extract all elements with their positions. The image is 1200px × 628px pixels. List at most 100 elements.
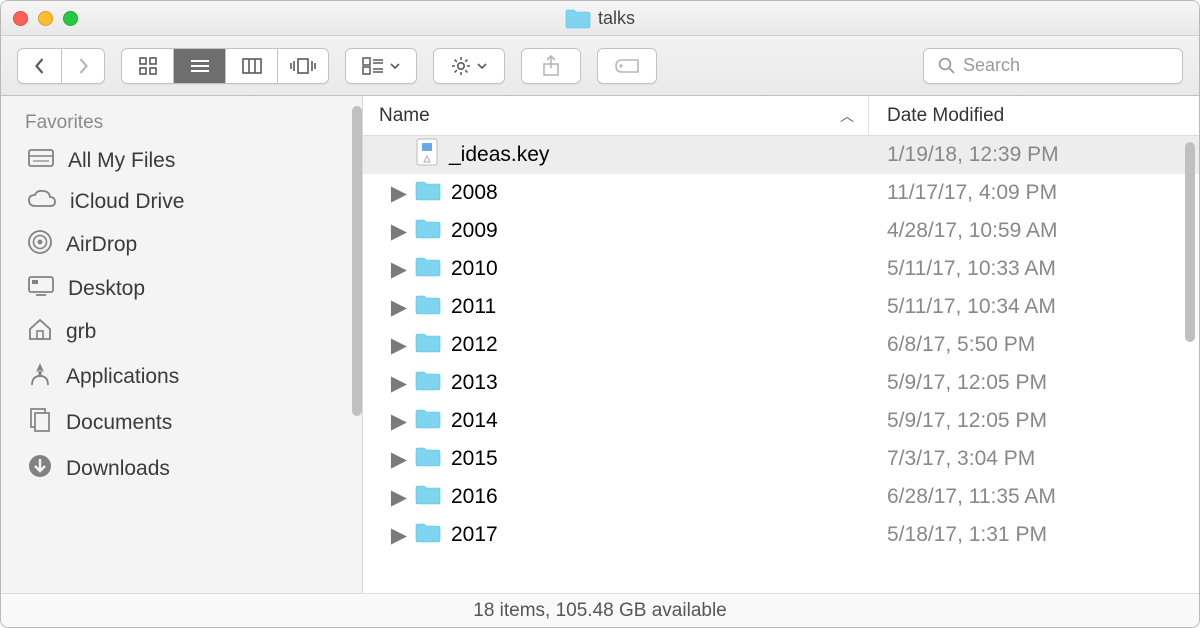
folder-icon <box>415 256 441 283</box>
chevron-down-icon <box>390 63 400 69</box>
folder-row[interactable]: ▶ 2009 4/28/17, 10:59 AM <box>363 212 1199 250</box>
folder-row[interactable]: ▶200811/17/17, 4:09 PM <box>363 174 1199 212</box>
downloads-icon <box>27 453 53 485</box>
list-view-button[interactable] <box>173 48 225 84</box>
body: Favorites All My Files iCloud Drive AirDro… <box>1 96 1199 593</box>
view-switcher <box>121 48 329 84</box>
sidebar-item-apps[interactable]: Applications <box>15 354 356 400</box>
disclosure-triangle-icon[interactable]: ▶ <box>393 371 405 396</box>
folder-icon <box>415 446 441 473</box>
disclosure-triangle-icon[interactable]: ▶ <box>393 295 405 320</box>
folder-icon <box>565 8 591 29</box>
sidebar-item-desktop[interactable]: Desktop <box>15 268 356 310</box>
name-cell: ▶ 2014 <box>363 408 869 435</box>
disclosure-triangle-icon[interactable]: ▶ <box>393 333 405 358</box>
date-cell: 5/9/17, 12:05 PM <box>869 409 1199 433</box>
sidebar-item-label: iCloud Drive <box>70 190 184 214</box>
sidebar-item-house[interactable]: grb <box>15 310 356 354</box>
column-name-header[interactable]: Name ︿ <box>363 96 869 135</box>
date-cell: 4/28/17, 10:59 AM <box>869 219 1199 243</box>
file-name: 2011 <box>451 295 496 319</box>
folder-row[interactable]: ▶20157/3/17, 3:04 PM <box>363 440 1199 478</box>
folder-icon <box>415 484 441 511</box>
file-name: 2014 <box>451 409 498 433</box>
disclosure-triangle-icon[interactable]: ▶ <box>393 257 405 282</box>
close-window-button[interactable] <box>13 11 28 26</box>
sidebar-item-airdrop[interactable]: AirDrop <box>15 222 356 268</box>
file-name: 2013 <box>451 371 498 395</box>
folder-row[interactable]: ▶20166/28/17, 11:35 AM <box>363 478 1199 516</box>
back-button[interactable] <box>17 48 61 84</box>
name-cell: ▶2012 <box>363 332 869 359</box>
zoom-window-button[interactable] <box>63 11 78 26</box>
nav-buttons <box>17 48 105 84</box>
chevron-left-icon <box>33 57 46 75</box>
disclosure-triangle-icon[interactable]: ▶ <box>393 447 405 472</box>
file-name: 2017 <box>451 523 498 547</box>
folder-row[interactable]: ▶20105/11/17, 10:33 AM <box>363 250 1199 288</box>
window-title: talks <box>565 8 635 29</box>
tags-button[interactable] <box>597 48 657 84</box>
filelist-scrollbar[interactable] <box>1185 142 1195 342</box>
file-name: 2009 <box>451 219 498 243</box>
date-cell: 6/28/17, 11:35 AM <box>869 485 1199 509</box>
action-button[interactable] <box>433 48 505 84</box>
forward-button[interactable] <box>61 48 105 84</box>
sidebar-heading: Favorites <box>15 106 356 140</box>
share-button[interactable] <box>521 48 581 84</box>
folder-row[interactable]: ▶ 2011 5/11/17, 10:34 AM <box>363 288 1199 326</box>
share-icon <box>542 55 560 77</box>
column-view-button[interactable] <box>225 48 277 84</box>
window-title-text: talks <box>598 8 635 29</box>
toolbar: Search <box>1 36 1199 96</box>
sort-ascending-icon: ︿ <box>840 106 854 126</box>
name-cell: ▶ 2011 <box>363 294 869 321</box>
folder-icon <box>415 522 441 549</box>
apps-icon <box>27 361 53 393</box>
file-name: _ideas.key <box>449 143 549 167</box>
disclosure-triangle-icon[interactable]: ▶ <box>393 523 405 548</box>
sidebar-item-documents[interactable]: Documents <box>15 400 356 446</box>
coverflow-view-button[interactable] <box>277 48 329 84</box>
folder-icon <box>415 408 441 435</box>
search-field[interactable]: Search <box>923 48 1183 84</box>
sidebar-item-label: Downloads <box>66 457 170 481</box>
documents-icon <box>27 407 53 439</box>
folder-icon <box>415 294 441 321</box>
date-cell: 5/11/17, 10:34 AM <box>869 295 1199 319</box>
titlebar[interactable]: talks <box>1 1 1199 36</box>
sidebar-item-all-files[interactable]: All My Files <box>15 140 356 182</box>
name-cell: ▶2015 <box>363 446 869 473</box>
airdrop-icon <box>27 229 53 261</box>
sidebar-item-label: All My Files <box>68 149 175 173</box>
sidebar-item-downloads[interactable]: Downloads <box>15 446 356 492</box>
file-list[interactable]: _ideas.key 1/19/18, 12:39 PM ▶200811/17/17… <box>363 136 1199 593</box>
arrange-icon <box>362 57 384 75</box>
folder-row[interactable]: ▶ 2014 5/9/17, 12:05 PM <box>363 402 1199 440</box>
minimize-window-button[interactable] <box>38 11 53 26</box>
folder-row[interactable]: ▶20135/9/17, 12:05 PM <box>363 364 1199 402</box>
keynote-file-icon <box>415 138 439 172</box>
status-bar: 18 items, 105.48 GB available <box>1 593 1199 627</box>
coverflow-icon <box>290 58 316 74</box>
house-icon <box>27 317 53 347</box>
disclosure-triangle-icon[interactable]: ▶ <box>393 485 405 510</box>
date-cell: 1/19/18, 12:39 PM <box>869 143 1199 167</box>
desktop-icon <box>27 275 55 303</box>
sidebar-scrollbar[interactable] <box>352 106 362 416</box>
disclosure-triangle-icon[interactable]: ▶ <box>393 219 405 244</box>
sidebar-item-label: Applications <box>66 365 179 389</box>
arrange-button[interactable] <box>345 48 417 84</box>
disclosure-triangle-icon[interactable]: ▶ <box>393 181 405 206</box>
file-row[interactable]: _ideas.key 1/19/18, 12:39 PM <box>363 136 1199 174</box>
icon-view-button[interactable] <box>121 48 173 84</box>
disclosure-triangle-icon[interactable]: ▶ <box>393 409 405 434</box>
gear-icon <box>451 56 471 76</box>
finder-window: talks Sea <box>0 0 1200 628</box>
sidebar-item-icloud[interactable]: iCloud Drive <box>15 182 356 222</box>
status-text: 18 items, 105.48 GB available <box>473 600 727 622</box>
tag-icon <box>614 57 640 75</box>
column-date-header[interactable]: Date Modified <box>869 96 1199 135</box>
folder-row[interactable]: ▶20126/8/17, 5:50 PM <box>363 326 1199 364</box>
folder-row[interactable]: ▶20175/18/17, 1:31 PM <box>363 516 1199 554</box>
